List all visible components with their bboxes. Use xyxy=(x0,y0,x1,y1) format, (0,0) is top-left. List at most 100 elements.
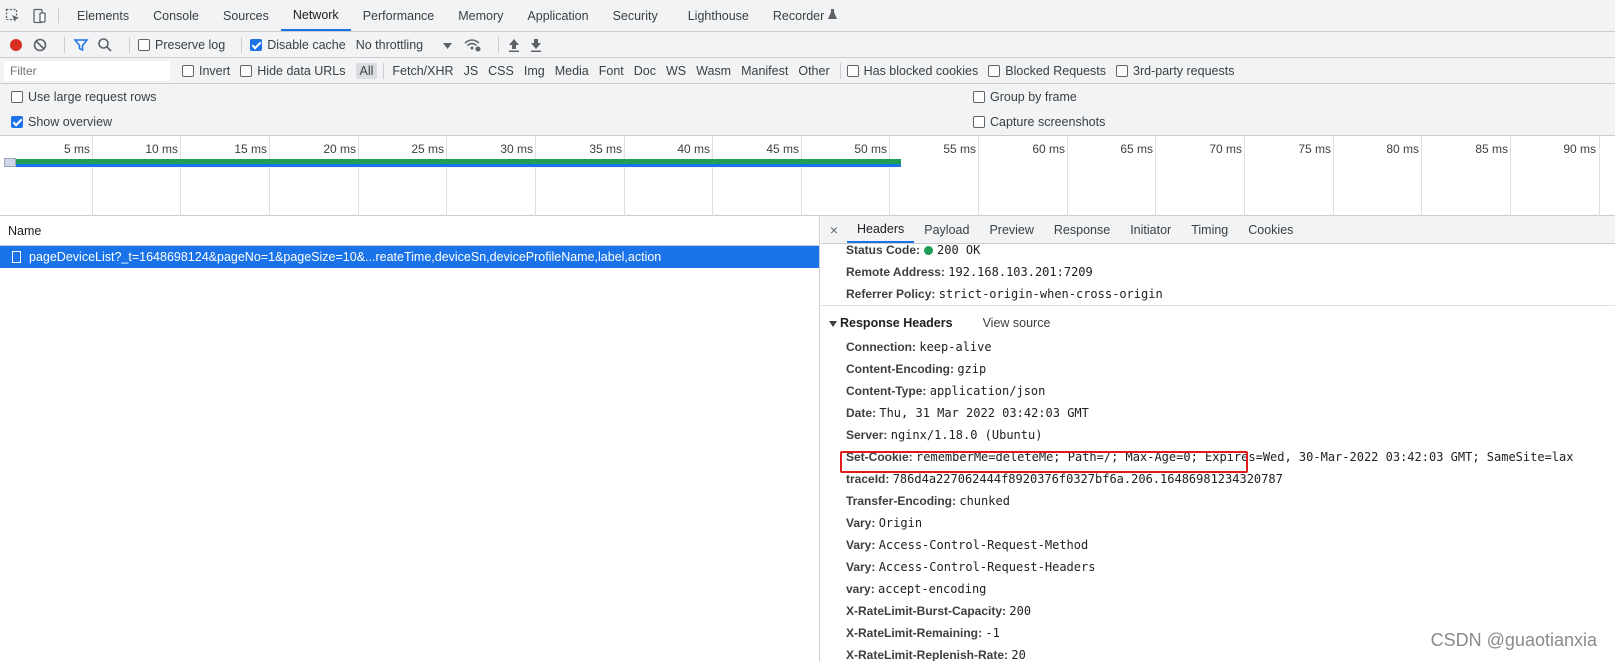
header-value: Access-Control-Request-Method xyxy=(878,538,1089,552)
header-name: Content-Encoding: xyxy=(846,362,954,376)
search-button[interactable] xyxy=(97,32,113,57)
clear-button[interactable] xyxy=(32,32,48,57)
response-header-row: Content-Type: application/json xyxy=(846,384,1045,398)
large-rows-label: Use large request rows xyxy=(28,90,157,104)
response-header-row: Vary: Origin xyxy=(846,516,922,530)
type-filter-other[interactable]: Other xyxy=(794,63,833,79)
filter-toggle-button[interactable] xyxy=(73,32,89,57)
header-name: Remote Address: xyxy=(846,265,945,279)
hide-data-urls-label: Hide data URLs xyxy=(257,63,346,78)
header-value: Access-Control-Request-Headers xyxy=(878,560,1096,574)
preserve-log-checkbox[interactable]: Preserve log xyxy=(138,32,225,57)
tab-performance[interactable]: Performance xyxy=(351,0,447,31)
tab-initiator[interactable]: Initiator xyxy=(1120,216,1181,243)
tick-label: 90 ms xyxy=(1563,142,1596,156)
tab-console[interactable]: Console xyxy=(141,0,211,31)
type-filter-img[interactable]: Img xyxy=(520,63,549,79)
tab-preview[interactable]: Preview xyxy=(979,216,1043,243)
tab-headers[interactable]: Headers xyxy=(847,216,915,243)
type-filter-fetch-xhr[interactable]: Fetch/XHR xyxy=(388,63,457,79)
triangle-down-icon xyxy=(829,316,837,330)
tab-application[interactable]: Application xyxy=(515,0,600,31)
response-headers-title: Response Headers xyxy=(840,316,953,330)
overview-gridline xyxy=(1067,136,1068,216)
invert-checkbox[interactable]: Invert xyxy=(182,64,230,78)
download-icon xyxy=(531,38,542,52)
response-header-row: Content-Encoding: gzip xyxy=(846,362,986,376)
toolbar-divider xyxy=(64,36,65,53)
close-icon[interactable]: × xyxy=(821,216,847,243)
record-button[interactable] xyxy=(8,32,24,57)
header-name: Connection: xyxy=(846,340,916,354)
header-name: X-RateLimit-Burst-Capacity: xyxy=(846,604,1007,618)
network-conditions-button[interactable] xyxy=(464,32,482,57)
type-filter-ws[interactable]: WS xyxy=(662,63,690,79)
header-name: Transfer-Encoding: xyxy=(846,494,957,508)
third-party-checkbox[interactable]: 3rd-party requests xyxy=(1116,64,1234,78)
group-by-frame-label: Group by frame xyxy=(990,90,1077,104)
tab-timing[interactable]: Timing xyxy=(1181,216,1238,243)
tab-sources[interactable]: Sources xyxy=(211,0,281,31)
response-headers-section[interactable]: Response Headers View source xyxy=(829,316,1050,330)
response-header-row: Server: nginx/1.18.0 (Ubuntu) xyxy=(846,428,1042,442)
upload-icon xyxy=(509,38,520,52)
throttling-select[interactable]: No throttling xyxy=(356,32,453,57)
tick-label: 60 ms xyxy=(1032,142,1065,156)
filter-input[interactable] xyxy=(4,60,170,81)
overview-window-handle[interactable] xyxy=(4,158,16,167)
has-blocked-cookies-checkbox[interactable]: Has blocked cookies xyxy=(846,64,978,78)
header-value: application/json xyxy=(929,384,1046,398)
network-overview[interactable]: 5 ms 10 ms 15 ms 20 ms 25 ms 30 ms 35 ms… xyxy=(0,136,1615,216)
type-filter-css[interactable]: CSS xyxy=(484,63,518,79)
tab-security[interactable]: Security xyxy=(601,0,670,31)
tab-response[interactable]: Response xyxy=(1044,216,1120,243)
checkbox-checked-icon xyxy=(11,116,23,128)
inspect-element-icon[interactable] xyxy=(0,0,26,31)
capture-screenshots-checkbox[interactable]: Capture screenshots xyxy=(973,115,1105,129)
response-header-row: Vary: Access-Control-Request-Method xyxy=(846,538,1088,552)
overview-gridline xyxy=(1510,136,1511,216)
import-har-button[interactable] xyxy=(507,32,521,57)
type-filter-font[interactable]: Font xyxy=(595,63,628,79)
response-header-row: vary: accept-encoding xyxy=(846,582,986,596)
large-rows-checkbox[interactable]: Use large request rows xyxy=(11,90,157,104)
tab-elements[interactable]: Elements xyxy=(65,0,141,31)
show-overview-checkbox[interactable]: Show overview xyxy=(11,115,112,129)
preserve-log-label: Preserve log xyxy=(155,37,226,52)
column-header-name[interactable]: Name xyxy=(0,216,819,246)
tab-payload[interactable]: Payload xyxy=(914,216,979,243)
view-source-link[interactable]: View source xyxy=(983,316,1051,330)
type-filter-doc[interactable]: Doc xyxy=(630,63,660,79)
request-details: × Headers Payload Preview Response Initi… xyxy=(821,216,1615,661)
type-filter-js[interactable]: JS xyxy=(460,63,483,79)
wifi-settings-icon xyxy=(464,38,481,51)
funnel-icon xyxy=(73,38,89,51)
type-filter-media[interactable]: Media xyxy=(551,63,593,79)
checkbox-icon xyxy=(1116,64,1129,77)
hide-data-urls-checkbox[interactable]: Hide data URLs xyxy=(240,63,346,78)
tick-label: 20 ms xyxy=(323,142,356,156)
tab-recorder[interactable]: Recorder xyxy=(761,0,849,31)
response-header-row: Vary: Access-Control-Request-Headers xyxy=(846,560,1095,574)
tab-network[interactable]: Network xyxy=(280,0,351,31)
tab-memory[interactable]: Memory xyxy=(446,0,515,31)
type-filter-manifest[interactable]: Manifest xyxy=(737,63,792,79)
third-party-label: 3rd-party requests xyxy=(1133,63,1235,78)
header-value: accept-encoding xyxy=(878,582,987,596)
type-filter-wasm[interactable]: Wasm xyxy=(692,63,735,79)
header-value: 786d4a227062444f8920376f0327bf6a.206.164… xyxy=(892,472,1283,486)
type-filter-all[interactable]: All xyxy=(355,62,378,79)
tab-cookies[interactable]: Cookies xyxy=(1238,216,1303,243)
disable-cache-checkbox[interactable]: Disable cache xyxy=(250,32,346,57)
blocked-requests-checkbox[interactable]: Blocked Requests xyxy=(988,64,1106,78)
request-name: pageDeviceList?_t=1648698124&pageNo=1&pa… xyxy=(29,250,662,264)
device-toolbar-icon[interactable] xyxy=(26,0,52,31)
group-by-frame-checkbox[interactable]: Group by frame xyxy=(973,90,1077,104)
invert-label: Invert xyxy=(199,63,231,78)
export-har-button[interactable] xyxy=(529,32,543,57)
request-row-selected[interactable]: pageDeviceList?_t=1648698124&pageNo=1&pa… xyxy=(0,246,819,268)
watermark: CSDN @guaotianxia xyxy=(1430,630,1597,650)
response-header-row: Connection: keep-alive xyxy=(846,340,992,354)
overview-gridline xyxy=(446,136,447,216)
tab-lighthouse[interactable]: Lighthouse xyxy=(676,0,761,31)
